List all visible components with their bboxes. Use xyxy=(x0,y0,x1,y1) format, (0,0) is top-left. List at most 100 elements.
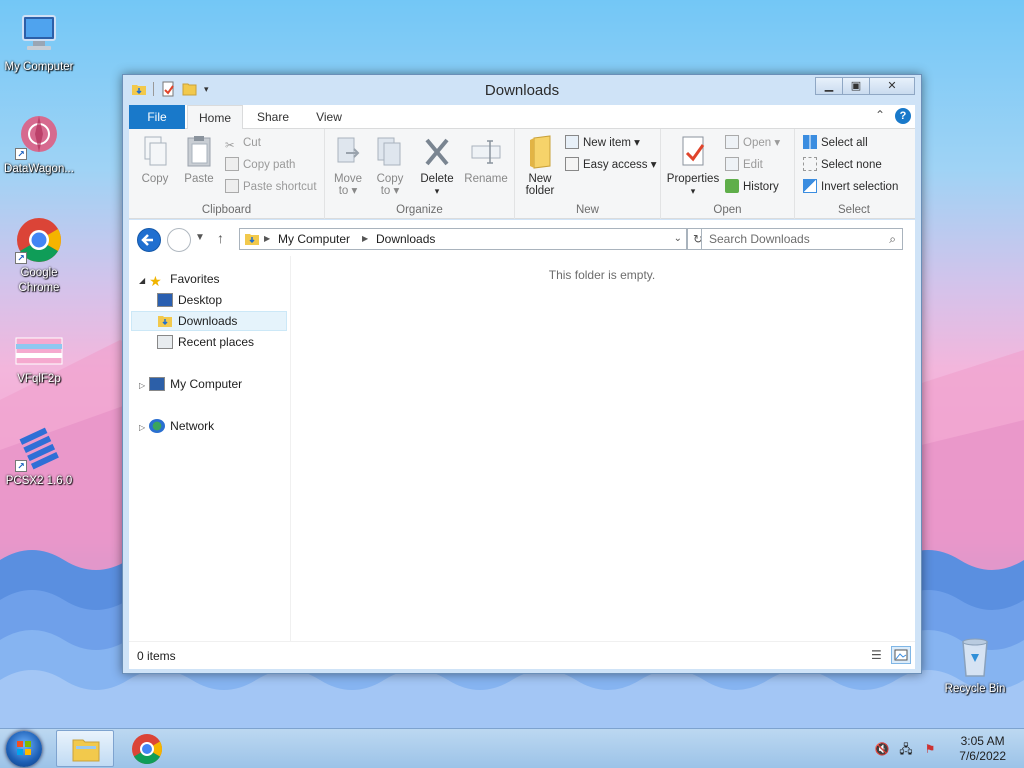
folder-icon xyxy=(524,135,556,169)
group-label-select: Select xyxy=(838,204,870,216)
start-button[interactable] xyxy=(6,731,42,767)
move-to-button[interactable]: Move to ▾ xyxy=(331,135,365,197)
up-arrow-icon[interactable]: ↑ xyxy=(217,230,224,246)
desktop-icon-vfqlf2p[interactable]: VFqlF2p xyxy=(0,336,78,387)
chrome-icon: ↗ xyxy=(15,216,63,264)
group-label-open: Open xyxy=(713,204,742,216)
history-button[interactable]: History xyxy=(725,177,779,197)
image-file-icon xyxy=(15,336,63,366)
title-bar[interactable]: ▾ Downloads ▁ ▣ ✕ xyxy=(123,75,921,105)
expanded-triangle-icon: ◢ xyxy=(139,276,146,285)
network-icon xyxy=(149,419,166,433)
tab-home[interactable]: Home xyxy=(187,105,243,130)
desktop-icon-recycle-bin[interactable]: Recycle Bin xyxy=(936,632,1014,697)
taskbar: 🔇 🖧 ⚑ 3:05 AM 7/6/2022 xyxy=(0,728,1024,768)
pcsx2-icon: ↗ xyxy=(15,424,63,472)
cut-button[interactable]: ✂ Cut xyxy=(225,133,261,153)
volume-muted-icon[interactable]: 🔇 xyxy=(874,742,890,756)
shortcut-arrow-icon: ↗ xyxy=(15,148,27,160)
delete-x-icon xyxy=(421,135,453,169)
open-icon xyxy=(725,135,739,149)
tab-view[interactable]: View xyxy=(301,105,357,129)
properties-button[interactable]: Properties ▾ xyxy=(665,135,721,197)
scissors-icon: ✂ xyxy=(225,140,235,152)
star-icon: ★ xyxy=(149,273,162,289)
network-tray-icon[interactable]: 🖧 xyxy=(898,742,914,756)
invert-selection-icon xyxy=(803,179,817,193)
close-button[interactable]: ✕ xyxy=(869,77,915,95)
new-item-button[interactable]: New item ▾ xyxy=(565,133,640,153)
copy-to-button[interactable]: Copy to ▾ xyxy=(373,135,407,197)
forward-button[interactable] xyxy=(167,228,191,252)
window-controls: ▁ ▣ ✕ xyxy=(815,77,915,95)
computer-icon xyxy=(149,377,166,391)
desktop-icon-label: My Computer xyxy=(4,61,74,73)
desktop-icon-pcsx2[interactable]: ↗ PCSX2 1.6.0 xyxy=(0,424,78,489)
datawagon-icon: ↗ xyxy=(15,112,63,160)
edit-icon xyxy=(725,157,739,171)
easy-access-button[interactable]: Easy access ▾ xyxy=(565,155,657,175)
tab-share[interactable]: Share xyxy=(245,105,301,129)
edit-button[interactable]: Edit xyxy=(725,155,763,175)
clock[interactable]: 3:05 AM 7/6/2022 xyxy=(959,734,1006,764)
action-center-icon[interactable]: ⚑ xyxy=(922,742,938,756)
back-button[interactable] xyxy=(137,228,161,252)
status-bar: 0 items ☰ xyxy=(129,641,915,669)
desktop-icon-datawagon[interactable]: ↗ DataWagon... xyxy=(0,112,78,177)
collapse-ribbon-icon[interactable]: ⌃ xyxy=(875,108,885,122)
group-label-new: New xyxy=(575,204,599,216)
nav-desktop[interactable]: Desktop xyxy=(157,290,222,310)
delete-button[interactable]: Delete ▾ xyxy=(417,135,457,197)
recent-places-icon xyxy=(157,335,173,349)
nav-favorites[interactable]: ◢ ★ Favorites xyxy=(139,269,220,289)
search-input[interactable]: Search Downloads ⌕ xyxy=(701,228,903,250)
address-dropdown-icon[interactable]: ⌄ xyxy=(674,229,682,249)
new-folder-button[interactable]: New folder xyxy=(521,135,559,197)
select-none-button[interactable]: Select none xyxy=(803,155,882,175)
copy-to-icon xyxy=(374,135,406,169)
ribbon-tabs: File Home Share View ⌃ ? xyxy=(129,105,915,130)
minimize-button[interactable]: ▁ xyxy=(815,77,843,95)
back-arrow-icon xyxy=(141,234,153,246)
breadcrumb-my-computer[interactable]: My Computer xyxy=(278,229,350,249)
large-icons-view-icon[interactable] xyxy=(891,646,911,664)
recent-locations-chevron-icon[interactable]: ▼ xyxy=(195,232,205,243)
clock-time: 3:05 AM xyxy=(960,734,1005,748)
taskbar-explorer[interactable] xyxy=(56,730,114,767)
desktop-icon-label: VFqlF2p xyxy=(17,373,61,385)
nav-my-computer[interactable]: ▷ My Computer xyxy=(139,374,242,394)
copy-path-button[interactable]: Copy path xyxy=(225,155,295,175)
desktop-icon-label: Recycle Bin xyxy=(944,683,1006,695)
history-icon xyxy=(725,179,739,193)
chrome-icon xyxy=(132,734,163,765)
desktop-icon-google-chrome[interactable]: ↗ Google Chrome xyxy=(0,216,78,296)
file-explorer-icon xyxy=(72,739,100,762)
group-label-clipboard: Clipboard xyxy=(201,204,252,216)
copy-button[interactable]: Copy xyxy=(137,135,173,185)
group-new: New folder New item ▾ Easy access ▾ New xyxy=(515,129,661,219)
taskbar-chrome[interactable] xyxy=(118,730,176,767)
desktop-icon xyxy=(157,293,173,307)
paste-button[interactable]: Paste xyxy=(179,135,219,185)
breadcrumb-separator-icon: ▶ xyxy=(264,234,271,243)
nav-recent-places[interactable]: Recent places xyxy=(157,332,254,352)
tab-file[interactable]: File xyxy=(129,105,185,129)
rename-icon xyxy=(470,135,502,169)
maximize-button[interactable]: ▣ xyxy=(842,77,870,95)
rename-button[interactable]: Rename xyxy=(463,135,509,185)
nav-downloads[interactable]: Downloads xyxy=(157,311,237,331)
nav-network[interactable]: ▷ Network xyxy=(139,416,214,436)
desktop-icon-my-computer[interactable]: My Computer xyxy=(0,10,78,75)
details-view-icon[interactable]: ☰ xyxy=(871,648,887,662)
navigation-pane: ◢ ★ Favorites Desktop Downloads Recent pla… xyxy=(129,256,291,641)
select-all-button[interactable]: Select all xyxy=(803,133,868,153)
invert-selection-button[interactable]: Invert selection xyxy=(803,177,898,197)
breadcrumb-downloads[interactable]: Downloads xyxy=(376,229,435,249)
help-icon[interactable]: ? xyxy=(895,108,911,124)
window-title: Downloads xyxy=(484,82,560,99)
recycle-bin-icon xyxy=(951,632,999,680)
paste-shortcut-button[interactable]: Paste shortcut xyxy=(225,177,317,197)
copy-icon xyxy=(139,135,171,169)
address-bar[interactable]: ▶ My Computer ▶ Downloads ⌄ xyxy=(239,228,687,250)
open-button[interactable]: Open ▾ xyxy=(725,133,780,153)
